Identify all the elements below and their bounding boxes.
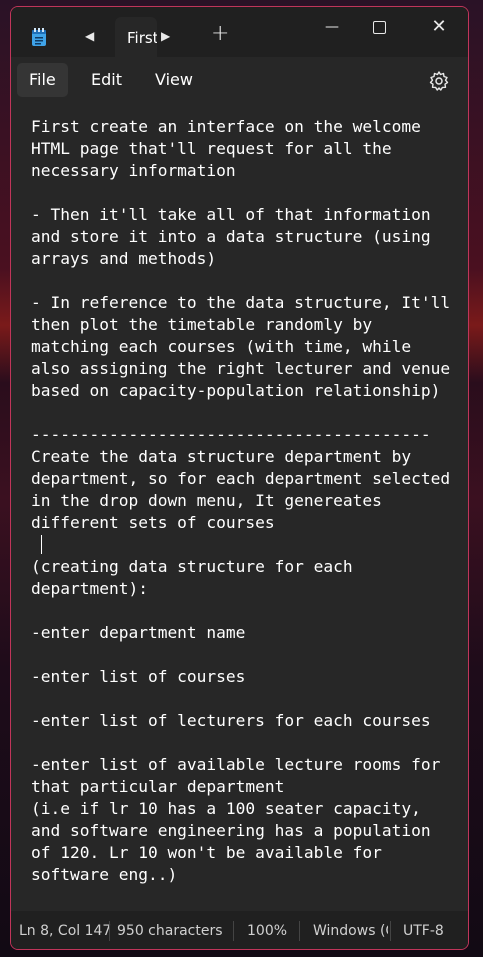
- editor-line: [31, 534, 468, 556]
- divider: [299, 921, 300, 941]
- editor-line: then plot the timetable randomly by: [31, 315, 373, 334]
- editor-line: First create an interface on the welcome: [31, 117, 421, 136]
- editor-line: and store it into a data structure (usin…: [31, 227, 431, 246]
- editor-line: arrays and methods): [31, 249, 217, 268]
- editor-line: based on capacity-population relationshi…: [31, 381, 441, 400]
- plus-icon[interactable]: +: [211, 21, 229, 46]
- text-editor[interactable]: First create an interface on the welcome…: [11, 103, 468, 911]
- editor-line: department, so for each department selec…: [31, 469, 451, 488]
- close-icon[interactable]: ✕: [411, 7, 467, 47]
- gear-icon[interactable]: [427, 69, 451, 93]
- encoding[interactable]: UTF-8: [403, 923, 444, 939]
- editor-line: also assigning the right lecturer and ve…: [31, 359, 451, 378]
- tab-title: First create an interface: [127, 29, 157, 47]
- editor-line: (i.e if lr 10 has a 100 seater capacity,: [31, 799, 421, 818]
- maximize-icon[interactable]: [351, 7, 407, 47]
- editor-line: Create the data structure department by: [31, 447, 412, 466]
- divider: [109, 921, 110, 941]
- chevron-left-icon[interactable]: ◀: [85, 29, 94, 43]
- editor-line: -enter list of available lecture rooms f…: [31, 755, 441, 774]
- editor-line: necessary information: [31, 161, 236, 180]
- menu-bar: File Edit View: [11, 57, 468, 103]
- tab-document[interactable]: First create an interface: [115, 17, 157, 57]
- notepad-icon: [31, 27, 47, 47]
- title-bar[interactable]: ◀ First create an interface ▶ + — ✕: [11, 7, 468, 57]
- status-bar: Ln 8, Col 147 950 characters 100% Window…: [11, 911, 468, 949]
- line-ending[interactable]: Windows (CRLF): [313, 923, 388, 939]
- editor-line: that particular department: [31, 777, 285, 796]
- divider: [390, 921, 391, 941]
- editor-line: software eng..): [31, 865, 178, 884]
- editor-line: department):: [31, 579, 148, 598]
- editor-line: - Then it'll take all of that informatio…: [31, 205, 431, 224]
- editor-line: in the drop down menu, It genereates: [31, 491, 382, 510]
- editor-line: matching each courses (with time, while: [31, 337, 412, 356]
- menu-file[interactable]: File: [17, 63, 68, 97]
- editor-line: - In reference to the data structure, It…: [31, 293, 451, 312]
- menu-edit[interactable]: Edit: [79, 63, 134, 97]
- editor-line: and software engineering has a populatio…: [31, 821, 431, 840]
- editor-line: -enter list of lecturers for each course…: [31, 711, 431, 730]
- editor-line: (creating data structure for each: [31, 557, 353, 576]
- editor-line: of 120. Lr 10 won't be available for: [31, 843, 382, 862]
- character-count: 950 characters: [117, 923, 223, 939]
- editor-line: ----------------------------------------…: [31, 425, 431, 444]
- chevron-right-icon[interactable]: ▶: [161, 29, 170, 43]
- menu-view[interactable]: View: [143, 63, 205, 97]
- editor-line: -enter department name: [31, 623, 246, 642]
- zoom-level[interactable]: 100%: [247, 923, 287, 939]
- divider: [233, 921, 234, 941]
- notepad-window: ◀ First create an interface ▶ + — ✕ File…: [10, 6, 469, 950]
- editor-line: different sets of courses: [31, 513, 275, 532]
- text-caret: [40, 535, 42, 554]
- cursor-position: Ln 8, Col 147: [19, 923, 112, 939]
- editor-line: -enter list of courses: [31, 667, 246, 686]
- editor-line: HTML page that'll request for all the: [31, 139, 392, 158]
